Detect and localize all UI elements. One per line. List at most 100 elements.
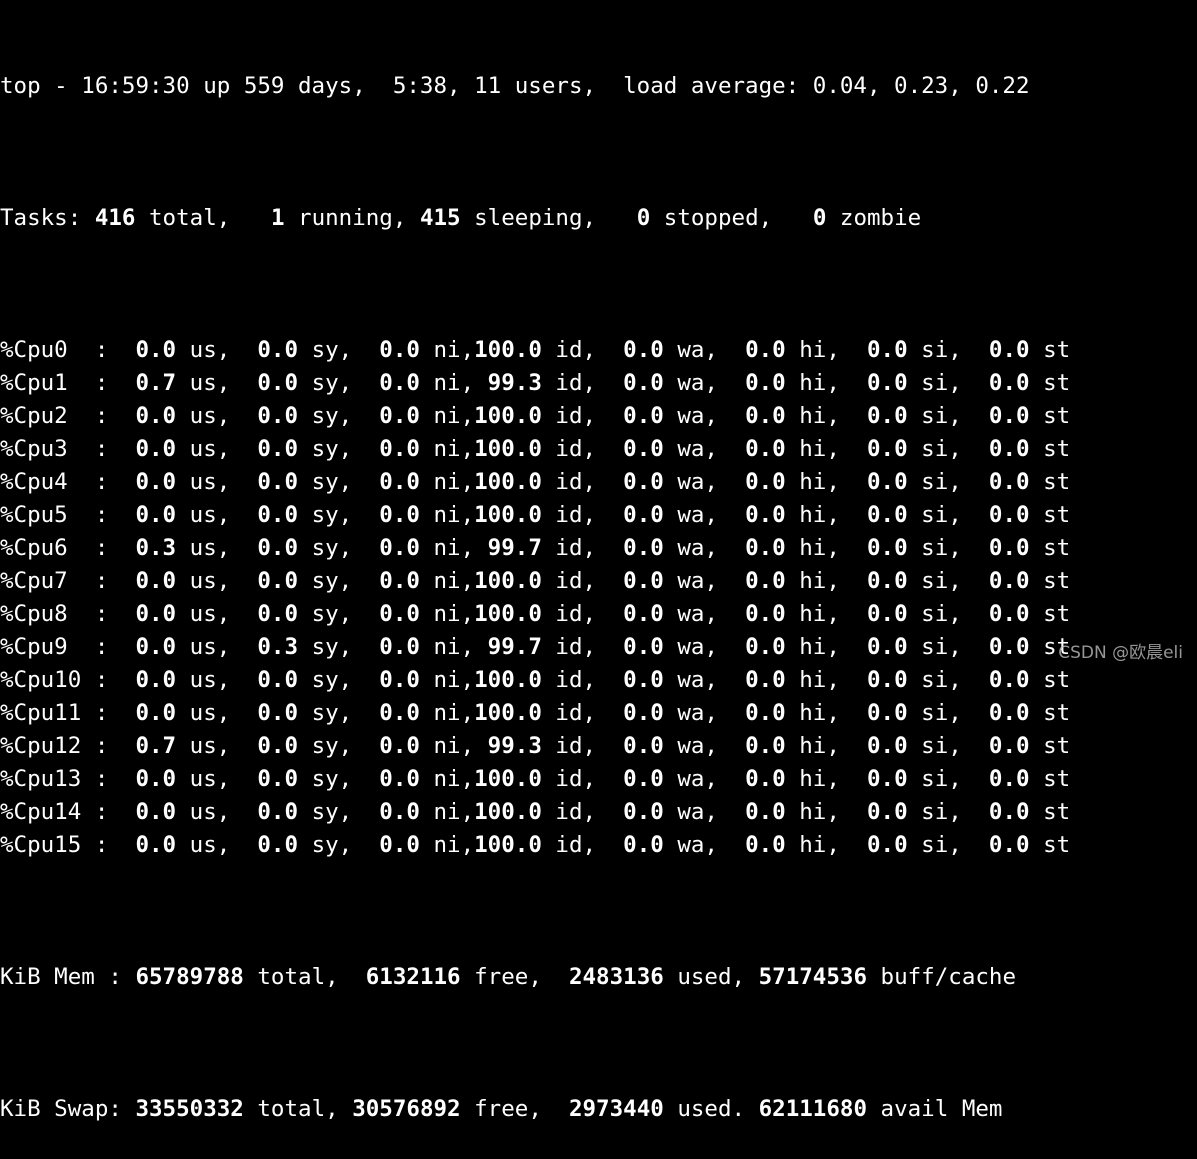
cpu-us-label: us,	[176, 733, 244, 759]
cpu-row: %Cpu6 : 0.3 us, 0.0 sy, 0.0 ni, 99.7 id,…	[0, 532, 1197, 565]
cpu-si-label: si,	[907, 766, 976, 792]
cpu-si-value: 0.0	[853, 832, 908, 858]
cpu-ni-label: ni,	[419, 403, 475, 429]
cpu-wa-value: 0.0	[609, 700, 664, 726]
cpu-si-label: si,	[907, 832, 976, 858]
cpu-wa-value: 0.0	[609, 634, 664, 660]
cpu-id-label: id,	[541, 436, 610, 462]
cpu-us-value: 0.0	[121, 799, 177, 825]
cpu-us-label: us,	[176, 535, 244, 561]
cpu-st-value: 0.0	[975, 469, 1030, 495]
cpu-ni-label: ni,	[419, 667, 475, 693]
cpu-si-value: 0.0	[853, 634, 908, 660]
cpu-us-value: 0.0	[121, 337, 177, 363]
cpu-us-label: us,	[176, 700, 244, 726]
cpu-name: %Cpu10 :	[0, 667, 122, 693]
cpu-si-value: 0.0	[853, 799, 908, 825]
cpu-hi-value: 0.0	[731, 502, 786, 528]
cpu-hi-label: hi,	[785, 370, 854, 396]
cpu-st-label: st	[1029, 568, 1071, 594]
cpu-sy-label: sy,	[298, 502, 366, 528]
cpu-ni-value: 0.0	[365, 403, 420, 429]
cpu-us-label: us,	[176, 469, 244, 495]
cpu-si-label: si,	[907, 700, 976, 726]
cpu-hi-value: 0.0	[731, 535, 786, 561]
cpu-si-label: si,	[907, 667, 976, 693]
cpu-us-label: us,	[176, 403, 244, 429]
terminal-window[interactable]: top - 16:59:30 up 559 days, 5:38, 11 use…	[0, 0, 1197, 1122]
cpu-sy-label: sy,	[298, 733, 366, 759]
swap-line: KiB Swap: 33550332 total, 30576892 free,…	[0, 1093, 1197, 1126]
cpu-lines: %Cpu0 : 0.0 us, 0.0 sy, 0.0 ni,100.0 id,…	[0, 334, 1197, 862]
cpu-wa-label: wa,	[663, 568, 732, 594]
cpu-id-value: 99.7	[474, 535, 542, 561]
cpu-ni-value: 0.0	[365, 799, 420, 825]
cpu-st-value: 0.0	[975, 733, 1030, 759]
cpu-name: %Cpu13 :	[0, 766, 122, 792]
cpu-si-label: si,	[907, 403, 976, 429]
cpu-us-label: us,	[176, 667, 244, 693]
cpu-name: %Cpu8 :	[0, 601, 122, 627]
cpu-row: %Cpu14 : 0.0 us, 0.0 sy, 0.0 ni,100.0 id…	[0, 796, 1197, 829]
cpu-hi-label: hi,	[785, 337, 854, 363]
cpu-row: %Cpu15 : 0.0 us, 0.0 sy, 0.0 ni,100.0 id…	[0, 829, 1197, 862]
watermark-text: CSDN @欧晨eli	[1058, 643, 1183, 663]
cpu-name: %Cpu9 :	[0, 634, 122, 660]
tasks-line: Tasks: 416 total, 1 running, 415 sleepin…	[0, 202, 1197, 235]
cpu-hi-label: hi,	[785, 469, 854, 495]
cpu-wa-label: wa,	[663, 799, 732, 825]
cpu-wa-value: 0.0	[609, 337, 664, 363]
cpu-name: %Cpu5 :	[0, 502, 122, 528]
cpu-st-label: st	[1029, 403, 1071, 429]
cpu-st-label: st	[1029, 766, 1071, 792]
swap-used-value: 2973440	[568, 1096, 664, 1122]
cpu-wa-value: 0.0	[609, 502, 664, 528]
cpu-si-value: 0.0	[853, 568, 908, 594]
cpu-si-value: 0.0	[853, 667, 908, 693]
cpu-id-value: 100.0	[474, 766, 542, 792]
cpu-ni-label: ni,	[419, 535, 475, 561]
cpu-id-label: id,	[541, 337, 610, 363]
cpu-hi-label: hi,	[785, 634, 854, 660]
cpu-si-value: 0.0	[853, 700, 908, 726]
cpu-wa-value: 0.0	[609, 535, 664, 561]
cpu-si-value: 0.0	[853, 502, 908, 528]
cpu-sy-value: 0.3	[243, 634, 299, 660]
cpu-sy-label: sy,	[298, 337, 366, 363]
cpu-row: %Cpu12 : 0.7 us, 0.0 sy, 0.0 ni, 99.3 id…	[0, 730, 1197, 763]
cpu-us-label: us,	[176, 337, 244, 363]
cpu-id-value: 100.0	[474, 436, 542, 462]
cpu-st-value: 0.0	[975, 502, 1030, 528]
cpu-row: %Cpu1 : 0.7 us, 0.0 sy, 0.0 ni, 99.3 id,…	[0, 367, 1197, 400]
cpu-id-label: id,	[541, 832, 610, 858]
cpu-id-label: id,	[541, 370, 610, 396]
cpu-sy-label: sy,	[298, 832, 366, 858]
cpu-hi-value: 0.0	[731, 568, 786, 594]
cpu-wa-value: 0.0	[609, 832, 664, 858]
cpu-st-label: st	[1029, 337, 1071, 363]
cpu-wa-label: wa,	[663, 535, 732, 561]
cpu-us-label: us,	[176, 436, 244, 462]
cpu-hi-value: 0.0	[731, 436, 786, 462]
cpu-wa-value: 0.0	[609, 403, 664, 429]
cpu-row: %Cpu9 : 0.0 us, 0.3 sy, 0.0 ni, 99.7 id,…	[0, 631, 1197, 664]
cpu-ni-value: 0.0	[365, 733, 420, 759]
cpu-st-value: 0.0	[975, 370, 1030, 396]
cpu-st-label: st	[1029, 502, 1071, 528]
cpu-wa-label: wa,	[663, 634, 732, 660]
cpu-id-label: id,	[541, 733, 610, 759]
mem-label: KiB Mem :	[0, 964, 136, 990]
cpu-wa-label: wa,	[663, 667, 732, 693]
cpu-hi-label: hi,	[785, 700, 854, 726]
cpu-hi-value: 0.0	[731, 634, 786, 660]
cpu-hi-value: 0.0	[731, 601, 786, 627]
cpu-sy-value: 0.0	[243, 436, 299, 462]
cpu-us-label: us,	[176, 601, 244, 627]
swap-avail-label: avail Mem	[867, 1096, 1003, 1122]
cpu-sy-value: 0.0	[243, 469, 299, 495]
cpu-st-label: st	[1029, 370, 1071, 396]
cpu-hi-label: hi,	[785, 403, 854, 429]
cpu-id-label: id,	[541, 700, 610, 726]
cpu-wa-label: wa,	[663, 469, 732, 495]
tasks-total-label: total,	[135, 205, 271, 231]
